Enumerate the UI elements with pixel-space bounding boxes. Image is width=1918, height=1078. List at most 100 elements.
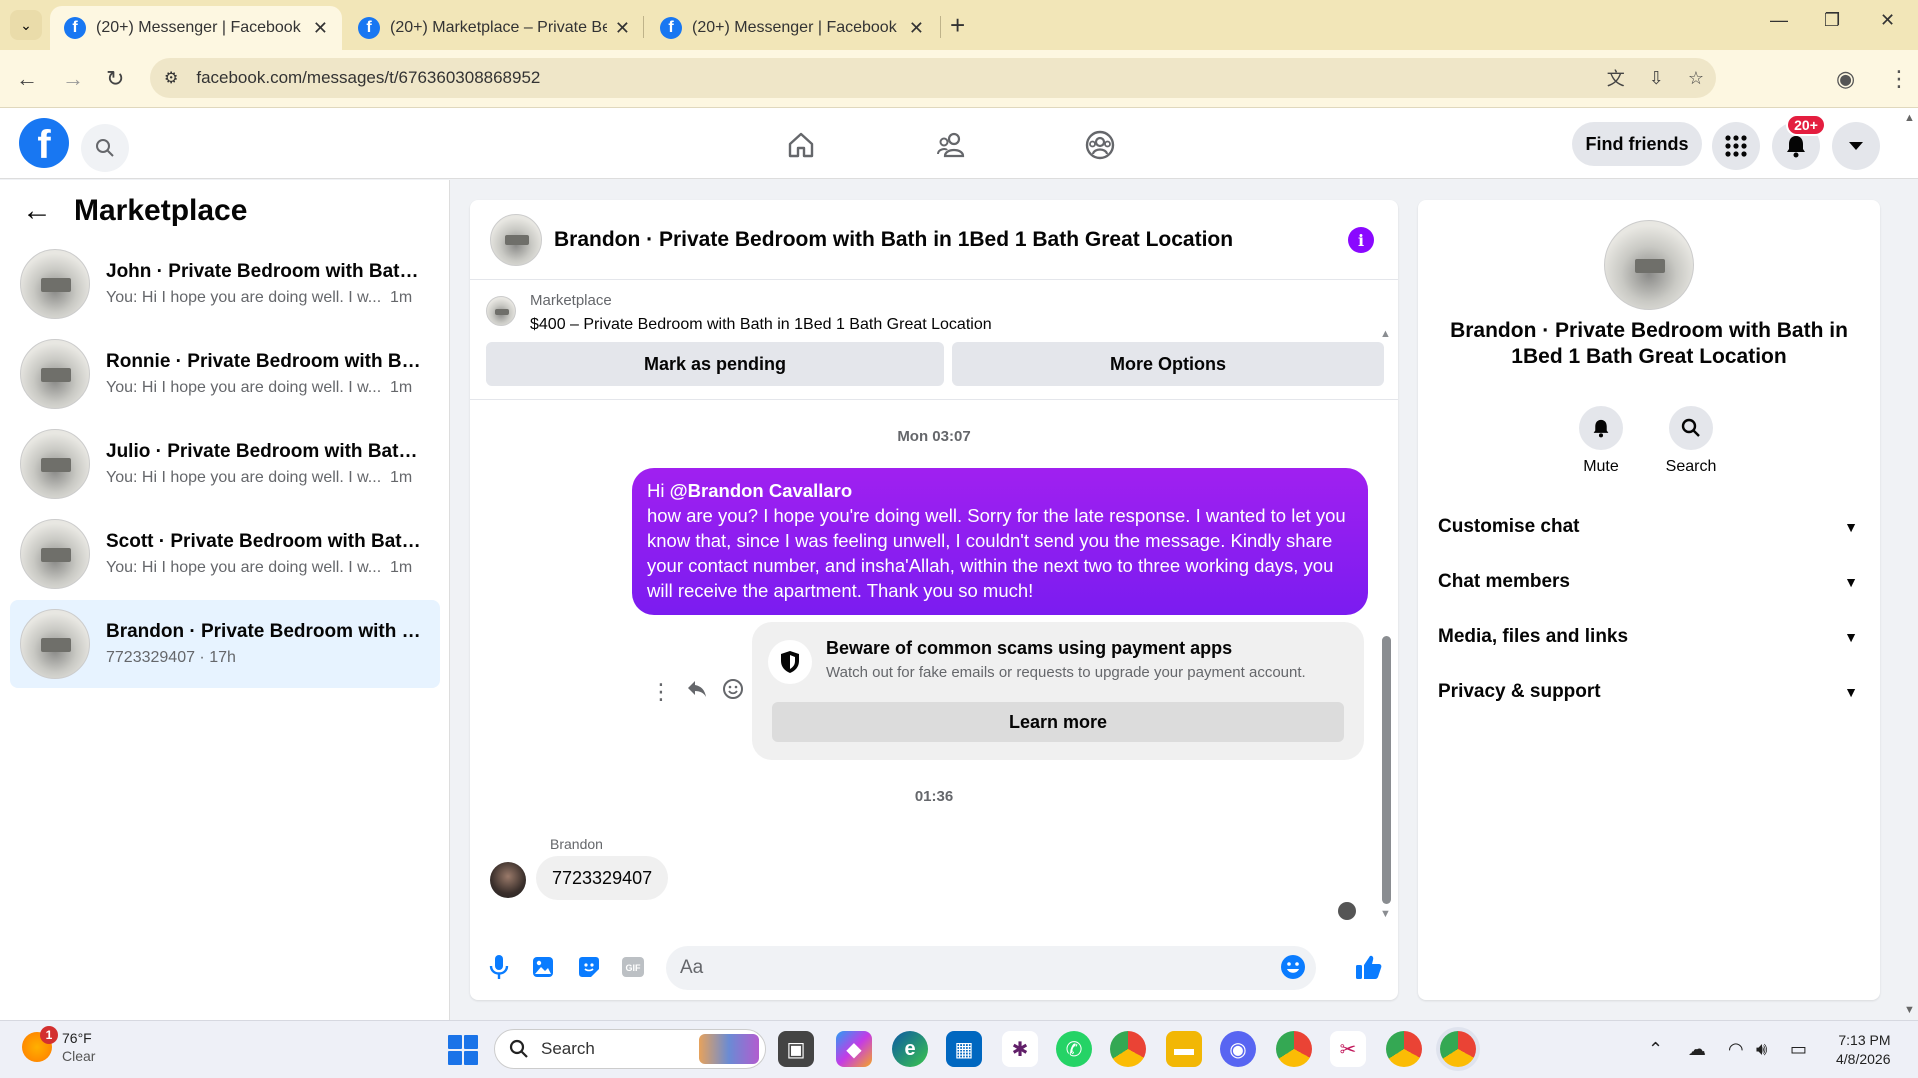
slack-icon[interactable]: ✱: [1002, 1031, 1038, 1067]
chrome-icon[interactable]: [1110, 1031, 1146, 1067]
m365-copilot-icon[interactable]: ◆: [836, 1031, 872, 1067]
account-menu-button[interactable]: [1832, 122, 1880, 170]
more-options-button[interactable]: More Options: [952, 342, 1384, 386]
close-tab-icon[interactable]: ✕: [313, 18, 328, 39]
listing-title[interactable]: $400 – Private Bedroom with Bath in 1Bed…: [530, 316, 992, 334]
windows-start-icon[interactable]: [448, 1035, 478, 1065]
sticker-icon[interactable]: [574, 952, 604, 982]
weather-widget[interactable]: 1 76°F Clear: [22, 1026, 95, 1065]
facebook-search-button[interactable]: [81, 124, 129, 172]
tab-search-button[interactable]: ⌄: [10, 10, 42, 40]
learn-more-button[interactable]: Learn more: [772, 702, 1344, 742]
url-field[interactable]: ⚙ facebook.com/messages/t/67636030886895…: [150, 58, 1716, 98]
back-arrow-icon[interactable]: ←: [22, 194, 52, 228]
conversation-name: Julio · Private Bedroom with Bath i...: [106, 441, 426, 462]
privacy-support-section[interactable]: Privacy & support ▼: [1438, 670, 1862, 714]
conversation-item[interactable]: Scott · Private Bedroom with Bath ... Yo…: [10, 510, 440, 598]
conversation-details-panel: Brandon · Private Bedroom with Bath in 1…: [1418, 200, 1880, 1000]
minimize-icon[interactable]: —: [1770, 10, 1788, 31]
tab-messenger-active[interactable]: f (20+) Messenger | Facebook ✕: [50, 6, 342, 50]
conversation-item[interactable]: Julio · Private Bedroom with Bath i... Y…: [10, 420, 440, 508]
page-scroll-down-icon[interactable]: ▼: [1904, 1004, 1915, 1016]
close-window-icon[interactable]: ✕: [1880, 10, 1895, 31]
chrome-active-icon[interactable]: [1440, 1031, 1476, 1067]
gif-icon[interactable]: GIF: [618, 952, 648, 982]
conversation-item[interactable]: John · Private Bedroom with Bath i... Yo…: [10, 240, 440, 328]
listing-thumbnail[interactable]: [486, 296, 516, 326]
more-actions-icon[interactable]: ⋮: [650, 679, 672, 705]
microphone-icon[interactable]: [484, 952, 514, 982]
photo-icon[interactable]: [528, 952, 558, 982]
react-emoji-icon[interactable]: [722, 678, 744, 706]
message-body: how are you? I hope you're doing well. S…: [647, 505, 1346, 601]
browser-menu-icon[interactable]: ⋮: [1888, 66, 1910, 92]
scroll-down-arrow-icon[interactable]: ▼: [1380, 908, 1391, 920]
taskbar-search[interactable]: Search: [494, 1029, 766, 1069]
customise-chat-section[interactable]: Customise chat ▼: [1438, 505, 1862, 549]
show-hidden-icons-icon[interactable]: ⌃: [1648, 1039, 1663, 1060]
task-view-icon[interactable]: ▣: [778, 1031, 814, 1067]
groups-nav-icon[interactable]: [1072, 123, 1128, 167]
mute-label: Mute: [1583, 458, 1619, 475]
battery-icon[interactable]: ▭: [1790, 1039, 1807, 1060]
chat-scrollbar-thumb[interactable]: [1382, 636, 1391, 904]
mention-tag[interactable]: @Brandon Cavallaro: [670, 480, 853, 501]
mark-as-pending-button[interactable]: Mark as pending: [486, 342, 944, 386]
microsoft-store-icon[interactable]: ▦: [946, 1031, 982, 1067]
volume-icon[interactable]: 🔊︎: [1756, 1039, 1767, 1060]
sender-avatar[interactable]: [490, 862, 526, 898]
close-tab-icon[interactable]: ✕: [615, 18, 630, 39]
chat-avatar[interactable]: [490, 213, 542, 266]
install-app-icon[interactable]: ⇩: [1649, 68, 1664, 89]
conversation-avatar[interactable]: [1604, 220, 1694, 310]
taskbar-search-label: Search: [541, 1039, 595, 1058]
search-in-conversation-button[interactable]: Search: [1651, 406, 1731, 476]
onedrive-icon[interactable]: ☁: [1688, 1039, 1706, 1060]
tab-messenger[interactable]: f (20+) Messenger | Facebook ✕: [646, 6, 938, 50]
scam-warning-card: Beware of common scams using payment app…: [752, 622, 1364, 760]
wifi-icon[interactable]: ◠: [1728, 1039, 1744, 1060]
emoji-icon[interactable]: [1278, 952, 1308, 982]
reload-icon[interactable]: ↻: [106, 66, 124, 92]
discord-icon[interactable]: ◉: [1220, 1031, 1256, 1067]
reply-icon[interactable]: [686, 679, 708, 705]
conversation-item[interactable]: Ronnie · Private Bedroom with Bat... You…: [10, 330, 440, 418]
chrome-profile-icon[interactable]: [1386, 1031, 1422, 1067]
forward-icon[interactable]: →: [62, 66, 84, 92]
whatsapp-icon[interactable]: ✆: [1056, 1031, 1092, 1067]
find-friends-button[interactable]: Find friends: [1572, 122, 1702, 166]
home-nav-icon[interactable]: [773, 123, 829, 167]
scroll-up-arrow-icon[interactable]: ▲: [1380, 328, 1391, 340]
info-icon[interactable]: i: [1348, 227, 1374, 253]
facebook-logo-icon[interactable]: f: [19, 118, 69, 168]
clock-time: 7:13 PM: [1838, 1032, 1891, 1048]
file-explorer-icon[interactable]: ▬: [1166, 1031, 1202, 1067]
friends-nav-icon[interactable]: [924, 123, 980, 167]
new-tab-button[interactable]: +: [950, 10, 965, 41]
system-clock[interactable]: 7:13 PM 4/8/2026: [1836, 1031, 1891, 1069]
back-icon[interactable]: ←: [16, 66, 38, 92]
chat-members-section[interactable]: Chat members ▼: [1438, 560, 1862, 604]
edge-icon[interactable]: e: [892, 1031, 928, 1067]
outgoing-message-bubble[interactable]: Hi @Brandon Cavallaro how are you? I hop…: [632, 468, 1368, 615]
site-settings-icon[interactable]: ⚙: [164, 68, 178, 88]
chrome-profile-icon[interactable]: [1276, 1031, 1312, 1067]
snipping-tool-icon[interactable]: ✂: [1330, 1031, 1366, 1067]
bookmark-star-icon[interactable]: ☆: [1688, 68, 1704, 89]
marketplace-conversations-sidebar: ← Marketplace John · Private Bedroom wit…: [0, 180, 450, 1020]
incoming-message-bubble[interactable]: 7723329407: [536, 856, 669, 900]
mute-button[interactable]: Mute: [1561, 406, 1641, 476]
scam-warning-subtitle: Watch out for fake emails or requests to…: [826, 664, 1306, 681]
conversation-item-active[interactable]: Brandon · Private Bedroom with B... 7723…: [10, 600, 440, 688]
profile-icon[interactable]: ◉: [1836, 66, 1855, 92]
chat-title[interactable]: Brandon · Private Bedroom with Bath in 1…: [554, 228, 1233, 252]
close-tab-icon[interactable]: ✕: [909, 18, 924, 39]
tab-marketplace[interactable]: f (20+) Marketplace – Private Bec ✕: [344, 6, 644, 50]
translate-icon[interactable]: 文: [1607, 65, 1625, 91]
restore-icon[interactable]: ❐: [1824, 10, 1840, 31]
page-scroll-up-icon[interactable]: ▲: [1904, 112, 1915, 124]
thumbs-up-icon[interactable]: [1354, 952, 1384, 982]
menu-grid-button[interactable]: [1712, 122, 1760, 170]
message-input[interactable]: Aa: [666, 946, 1316, 990]
media-files-links-section[interactable]: Media, files and links ▼: [1438, 615, 1862, 659]
